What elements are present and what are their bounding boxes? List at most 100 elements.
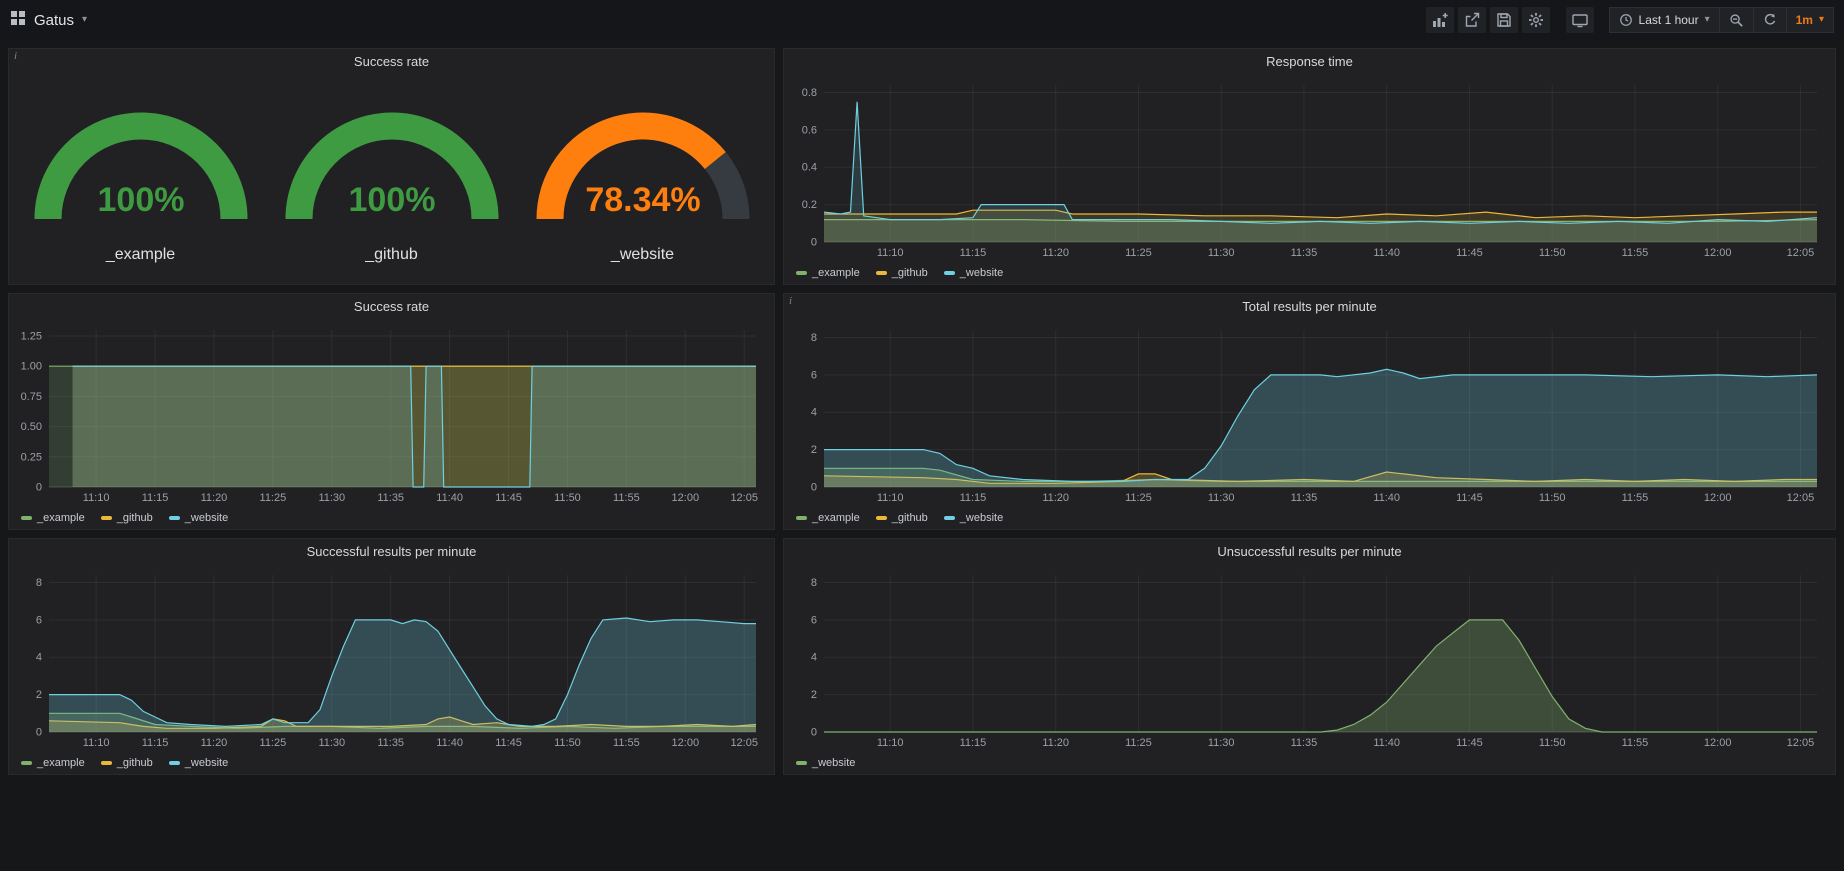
x-tick-label: 11:35 (377, 492, 404, 504)
refresh-icon (1763, 13, 1777, 27)
gauge-svg: 100% (16, 95, 266, 241)
legend-item-website[interactable]: _website (944, 267, 1003, 279)
x-tick-label: 11:40 (436, 737, 463, 749)
legend-item-website[interactable]: _website (169, 512, 228, 524)
panel-title[interactable]: Response time (784, 49, 1835, 75)
legend-item-example[interactable]: _example (796, 512, 860, 524)
x-tick-label: 11:25 (260, 492, 287, 504)
y-tick-label: 0.6 (802, 124, 817, 136)
y-tick-label: 1.25 (21, 331, 42, 343)
x-tick-label: 11:30 (1208, 247, 1235, 259)
x-tick-label: 11:25 (1125, 247, 1152, 259)
caret-down-icon: ▾ (1819, 15, 1824, 25)
x-tick-label: 12:00 (1704, 492, 1732, 504)
y-tick-label: 2 (811, 689, 817, 701)
refresh-interval-picker[interactable]: 1m ▾ (1786, 7, 1834, 33)
legend-swatch (21, 516, 32, 520)
legend-swatch (944, 271, 955, 275)
time-range-picker[interactable]: Last 1 hour ▾ (1609, 7, 1720, 33)
x-tick-label: 11:50 (554, 737, 581, 749)
chart-legend: _example _github _website (784, 262, 1835, 284)
total_results-svg: 0246811:1011:1511:2011:2511:3011:3511:40… (788, 320, 1831, 507)
x-tick-label: 11:45 (495, 492, 522, 504)
gauge-value: 100% (97, 181, 184, 219)
legend-label: _github (117, 757, 153, 769)
refresh-interval-label: 1m (1796, 13, 1813, 27)
legend-item-website[interactable]: _website (169, 757, 228, 769)
panel-title[interactable]: Unsuccessful results per minute (784, 539, 1835, 565)
x-tick-label: 11:40 (1373, 737, 1400, 749)
y-tick-label: 4 (811, 652, 817, 664)
x-tick-label: 11:15 (142, 492, 169, 504)
dashboard-grid: i Success rate 100% _example 100% _githu… (0, 40, 1844, 791)
legend-swatch (796, 761, 807, 765)
gauge-canvas: 78.34% (518, 95, 768, 246)
x-tick-label: 11:20 (201, 737, 228, 749)
legend-item-example[interactable]: _example (796, 267, 860, 279)
gauge-label: _github (365, 246, 418, 264)
y-tick-label: 8 (36, 577, 42, 589)
navbar-left: Gatus ▾ (10, 10, 87, 31)
x-tick-label: 11:20 (1042, 247, 1069, 259)
x-tick-label: 12:00 (1704, 737, 1732, 749)
x-tick-label: 12:05 (730, 492, 758, 504)
legend-item-website[interactable]: _website (796, 757, 855, 769)
zoom-out-button[interactable] (1719, 7, 1754, 33)
successful-results-chart[interactable]: 0246811:1011:1511:2011:2511:3011:3511:40… (13, 565, 770, 752)
successful_results-svg: 0246811:1011:1511:2011:2511:3011:3511:40… (13, 565, 770, 752)
unsuccessful-results-chart[interactable]: 0246811:1011:1511:2011:2511:3011:3511:40… (788, 565, 1831, 752)
panel-title[interactable]: Successful results per minute (9, 539, 774, 565)
chart-legend: _example _github _website (784, 507, 1835, 529)
y-tick-label: 0.2 (802, 199, 817, 211)
y-tick-label: 6 (36, 614, 42, 626)
info-icon[interactable]: i (14, 50, 17, 62)
legend-item-github[interactable]: _github (101, 757, 153, 769)
panel-title[interactable]: Success rate (9, 294, 774, 320)
legend-swatch (796, 271, 807, 275)
legend-label: _website (185, 757, 228, 769)
add-panel-button[interactable] (1426, 7, 1454, 33)
dashboard-grid-icon[interactable] (10, 10, 26, 31)
x-tick-label: 11:50 (554, 492, 581, 504)
response-time-chart[interactable]: 00.20.40.60.811:1011:1511:2011:2511:3011… (788, 75, 1831, 262)
tv-mode-icon[interactable] (1566, 7, 1594, 33)
panel-successful-results: Successful results per minute 0246811:10… (8, 538, 775, 775)
legend-item-github[interactable]: _github (101, 512, 153, 524)
panel-total-results: i Total results per minute 0246811:1011:… (783, 293, 1836, 530)
y-tick-label: 0.25 (21, 451, 42, 463)
x-tick-label: 12:00 (672, 737, 700, 749)
panel-unsuccessful-results: Unsuccessful results per minute 0246811:… (783, 538, 1836, 775)
save-icon[interactable] (1490, 7, 1518, 33)
info-icon[interactable]: i (789, 295, 792, 307)
refresh-button[interactable] (1753, 7, 1787, 33)
caret-down-icon[interactable]: ▾ (82, 15, 87, 25)
total-results-chart[interactable]: 0246811:1011:1511:2011:2511:3011:3511:40… (788, 320, 1831, 507)
legend-item-example[interactable]: _example (21, 512, 85, 524)
y-tick-label: 1.00 (21, 361, 42, 373)
legend-item-website[interactable]: _website (944, 512, 1003, 524)
navbar-right: Last 1 hour ▾ 1m ▾ (1422, 7, 1834, 33)
share-icon[interactable] (1458, 7, 1486, 33)
legend-item-github[interactable]: _github (876, 512, 928, 524)
x-tick-label: 11:45 (495, 737, 522, 749)
y-tick-label: 4 (811, 407, 817, 419)
gauge-canvas: 100% (16, 95, 266, 246)
panel-success-rate-timeseries: Success rate 00.250.500.751.001.2511:101… (8, 293, 775, 530)
x-tick-label: 12:05 (1787, 737, 1815, 749)
x-tick-label: 11:25 (260, 737, 287, 749)
settings-gear-icon[interactable] (1522, 7, 1550, 33)
panel-title[interactable]: Success rate (9, 49, 774, 75)
legend-item-github[interactable]: _github (876, 267, 928, 279)
x-tick-label: 11:50 (1539, 492, 1566, 504)
x-tick-label: 11:55 (1622, 492, 1649, 504)
x-tick-label: 11:10 (83, 492, 110, 504)
success-rate-chart[interactable]: 00.250.500.751.001.2511:1011:1511:2011:2… (13, 320, 770, 507)
legend-label: _website (960, 267, 1003, 279)
legend-item-example[interactable]: _example (21, 757, 85, 769)
y-tick-label: 8 (811, 577, 817, 589)
legend-swatch (944, 516, 955, 520)
x-tick-label: 11:45 (1456, 247, 1483, 259)
unsuccessful_results-svg: 0246811:1011:1511:2011:2511:3011:3511:40… (788, 565, 1831, 752)
panel-title[interactable]: Total results per minute (784, 294, 1835, 320)
dashboard-title[interactable]: Gatus (34, 12, 74, 29)
